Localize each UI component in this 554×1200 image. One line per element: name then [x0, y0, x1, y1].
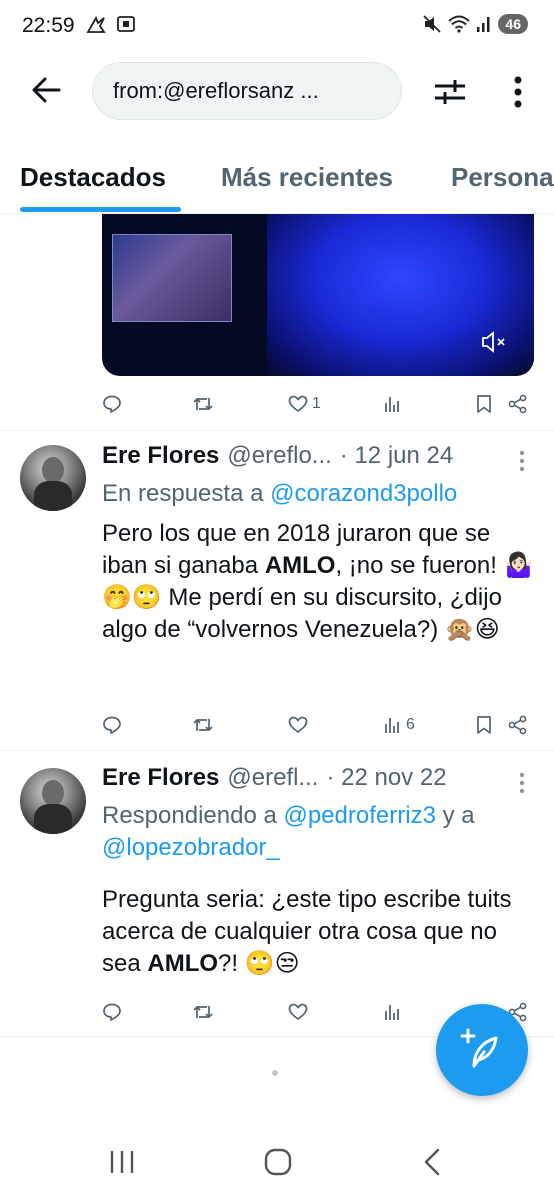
- status-bar: 22:59 46: [0, 0, 554, 56]
- status-time: 22:59: [22, 14, 75, 37]
- mention-link[interactable]: @corazond3pollo: [270, 480, 457, 507]
- like-icon: [288, 1003, 308, 1020]
- home-icon: [264, 1148, 292, 1176]
- views-button[interactable]: [384, 997, 402, 1027]
- bookmark-button[interactable]: [476, 710, 492, 740]
- back-chevron-icon: [424, 1148, 440, 1176]
- search-field[interactable]: from:@ereflorsanz ...: [92, 62, 402, 120]
- like-button[interactable]: [288, 997, 308, 1027]
- bookmark-button[interactable]: [476, 389, 492, 419]
- reply-icon: [103, 395, 121, 413]
- avatar[interactable]: [20, 445, 86, 511]
- tweet-divider: [0, 750, 554, 751]
- kebab-icon: [519, 772, 525, 794]
- like-button[interactable]: 1: [288, 389, 321, 419]
- video-screen: [112, 234, 232, 322]
- reply-button[interactable]: [102, 710, 122, 740]
- tweet-divider: [0, 430, 554, 431]
- compose-icon: [460, 1028, 498, 1068]
- reply-joiner: y a: [442, 802, 475, 829]
- tweet-actions: 1: [102, 389, 534, 419]
- share-icon: [508, 394, 527, 414]
- reply-context: Respondiendo a @pedroferriz3 y a @lopezo…: [102, 800, 532, 864]
- filter-button[interactable]: [428, 70, 472, 114]
- tab-mas-recientes[interactable]: Más recientes: [221, 162, 393, 193]
- more-options-button[interactable]: [500, 70, 536, 114]
- mute-status-icon: [423, 15, 442, 33]
- views-button[interactable]: [384, 389, 402, 419]
- reply-button[interactable]: [102, 389, 122, 419]
- system-nav-bar: [0, 1128, 554, 1200]
- recent-apps-icon: [110, 1151, 134, 1173]
- reply-prefix: En respuesta a: [102, 480, 264, 507]
- bookmark-icon: [477, 716, 491, 734]
- views-button[interactable]: 6: [384, 710, 415, 740]
- share-button[interactable]: [508, 389, 528, 419]
- loading-dot: [272, 1070, 278, 1076]
- like-count: 1: [312, 395, 321, 412]
- more-icon: [514, 76, 522, 108]
- share-icon: [508, 715, 527, 735]
- retweet-button[interactable]: [192, 997, 214, 1027]
- views-icon: [385, 718, 399, 733]
- reply-context: En respuesta a @corazond3pollo: [102, 478, 532, 510]
- author-name[interactable]: Ere Flores: [102, 442, 219, 470]
- author-handle[interactable]: @erefl...: [227, 764, 318, 792]
- like-button[interactable]: [288, 710, 308, 740]
- like-icon: [288, 395, 308, 412]
- tweet-header: Ere Flores @ereflo... · 12 jun 24: [102, 442, 453, 470]
- bookmark-icon: [477, 395, 491, 413]
- tweet-text: Pregunta seria: ¿este tipo escribe tuits…: [102, 886, 512, 977]
- tab-indicator: [20, 207, 181, 212]
- reply-button[interactable]: [102, 997, 122, 1027]
- tweet-more-button[interactable]: [510, 768, 534, 798]
- tweet-video[interactable]: [102, 214, 534, 376]
- retweet-icon: [193, 719, 213, 731]
- back-arrow-icon: [32, 77, 61, 103]
- author-handle[interactable]: @ereflo...: [227, 442, 331, 470]
- tab-personas[interactable]: Persona: [451, 162, 554, 193]
- mention-link[interactable]: @lopezobrador_: [102, 834, 280, 861]
- compose-button[interactable]: [436, 1004, 528, 1096]
- wifi-icon: [448, 15, 471, 33]
- retweet-button[interactable]: [192, 389, 214, 419]
- battery-badge: 46: [498, 14, 528, 34]
- mention-link[interactable]: @pedroferriz3: [283, 802, 435, 829]
- tweet-actions: 6: [102, 710, 534, 740]
- tweet-date[interactable]: · 12 jun 24: [340, 442, 453, 470]
- reply-icon: [103, 716, 121, 734]
- share-button[interactable]: [508, 710, 528, 740]
- tweet-date[interactable]: · 22 nov 22: [326, 764, 446, 792]
- reply-icon: [103, 1003, 121, 1021]
- views-count: 6: [406, 716, 415, 733]
- reply-prefix: Respondiendo a: [102, 802, 277, 829]
- kebab-icon: [519, 450, 525, 472]
- search-tabs: Destacados Más recientes Persona: [0, 140, 554, 214]
- signal-icon: [477, 17, 490, 32]
- back-nav-button[interactable]: [410, 1144, 454, 1180]
- views-icon: [385, 1005, 399, 1020]
- tweet-header: Ere Flores @erefl... · 22 nov 22: [102, 764, 447, 792]
- home-button[interactable]: [256, 1144, 300, 1180]
- retweet-button[interactable]: [192, 710, 214, 740]
- mute-icon[interactable]: [480, 330, 508, 354]
- avatar[interactable]: [20, 768, 86, 834]
- notification-app-icon: [86, 15, 106, 33]
- retweet-icon: [193, 398, 213, 410]
- filter-icon: [435, 80, 465, 104]
- author-name[interactable]: Ere Flores: [102, 764, 219, 792]
- views-icon: [385, 397, 399, 412]
- screenshot-icon: [117, 16, 135, 32]
- recent-apps-button[interactable]: [100, 1144, 144, 1180]
- retweet-icon: [193, 1006, 213, 1018]
- tweet-text: Pero los que en 2018 juraron que se iban…: [102, 520, 534, 643]
- tab-destacados[interactable]: Destacados: [20, 162, 166, 193]
- like-icon: [288, 716, 308, 733]
- back-button[interactable]: [24, 68, 68, 112]
- search-query: from:@ereflorsanz ...: [113, 78, 319, 103]
- tweet-more-button[interactable]: [510, 446, 534, 476]
